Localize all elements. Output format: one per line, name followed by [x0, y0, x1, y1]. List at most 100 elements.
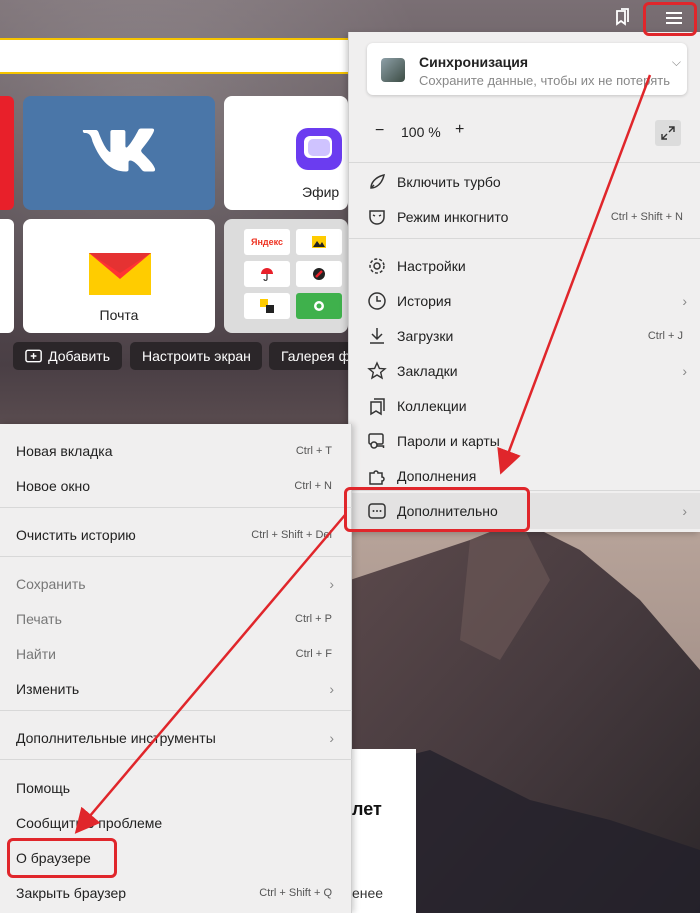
submenu-item-save[interactable]: Сохранить ›	[0, 566, 352, 601]
maps-icon	[313, 268, 325, 280]
menu-divider	[0, 556, 352, 557]
menu-item-history[interactable]: История ›	[349, 283, 700, 318]
submenu-item-find[interactable]: Найти Ctrl + F	[0, 636, 352, 671]
submenu-item-dev-tools[interactable]: Дополнительные инструменты ›	[0, 720, 352, 755]
report-label: Сообщить о проблеме	[16, 814, 163, 831]
find-shortcut: Ctrl + F	[295, 647, 332, 660]
incognito-mask-icon	[365, 205, 389, 229]
mini-tile-weather[interactable]	[244, 261, 290, 287]
chevron-right-icon: ›	[329, 729, 334, 746]
menu-item-collections[interactable]: Коллекции	[349, 388, 700, 423]
menu-item-incognito[interactable]: Режим инкогнито Ctrl + Shift + N	[349, 199, 700, 234]
incognito-shortcut: Ctrl + Shift + N	[610, 210, 683, 223]
print-label: Печать	[16, 610, 62, 627]
menu-item-turbo[interactable]: Включить турбо	[349, 164, 700, 199]
mini-tile-yandex[interactable]: Яндекс	[244, 229, 290, 255]
fullscreen-button[interactable]	[655, 120, 681, 146]
mail-envelope-icon	[89, 253, 151, 295]
submenu-item-report[interactable]: Сообщить о проблеме	[0, 805, 352, 840]
submenu-item-edit[interactable]: Изменить ›	[0, 671, 352, 706]
menu-item-settings-label: Настройки	[397, 257, 466, 274]
search-input[interactable]	[0, 38, 360, 74]
news-text-fragment: енее	[352, 885, 384, 901]
menu-item-history-label: История	[397, 292, 452, 309]
vk-logo-icon	[82, 128, 156, 172]
sync-card[interactable]: Синхронизация Сохраните данные, чтобы их…	[367, 43, 687, 95]
images-icon	[312, 236, 326, 248]
find-label: Найти	[16, 645, 56, 662]
zen-icon	[260, 299, 274, 313]
rocket-icon	[365, 170, 389, 194]
gallery-button[interactable]: Галерея ф	[269, 342, 350, 370]
download-icon	[365, 324, 389, 348]
submenu-item-clear-history[interactable]: Очистить историю Ctrl + Shift + Del	[0, 517, 352, 552]
menu-item-passwords[interactable]: Пароли и карты	[349, 423, 700, 458]
zoom-level: 100 %	[401, 124, 441, 140]
submenu-item-print[interactable]: Печать Ctrl + P	[0, 601, 352, 636]
mini-tile-maps[interactable]	[296, 261, 342, 287]
puzzle-icon	[365, 464, 389, 488]
key-card-icon	[365, 429, 389, 453]
menu-item-bookmarks-label: Закладки	[397, 362, 458, 379]
tile-label-efir: Эфир	[302, 184, 340, 200]
new-window-shortcut: Ctrl + N	[294, 479, 332, 492]
main-menu: Синхронизация Сохраните данные, чтобы их…	[348, 32, 700, 532]
menu-divider	[0, 507, 352, 508]
menu-item-extensions-label: Дополнения	[397, 467, 477, 484]
sync-title: Синхронизация	[419, 54, 529, 70]
menu-item-passwords-label: Пароли и карты	[397, 432, 500, 449]
help-label: Помощь	[16, 779, 71, 796]
submenu-item-new-window[interactable]: Новое окно Ctrl + N	[0, 468, 352, 503]
menu-item-downloads[interactable]: Загрузки Ctrl + J	[349, 318, 700, 353]
browser-top-bar	[0, 0, 700, 36]
chevron-right-icon: ›	[682, 503, 687, 519]
print-shortcut: Ctrl + P	[295, 612, 332, 625]
tile-white-partial[interactable]	[0, 219, 14, 333]
chevron-down-icon[interactable]: ⌵	[672, 55, 681, 70]
tile-red-partial[interactable]	[0, 96, 14, 210]
bookmarks-panel-icon[interactable]	[608, 5, 636, 31]
news-headline-fragment: лет	[352, 799, 382, 819]
clock-icon	[365, 289, 389, 313]
mini-tile-zen[interactable]	[244, 293, 290, 319]
zoom-in-button[interactable]: +	[455, 121, 464, 139]
new-tab-label: Новая вкладка	[16, 442, 113, 459]
umbrella-icon	[261, 268, 273, 281]
menu-item-bookmarks[interactable]: Закладки ›	[349, 353, 700, 388]
dev-tools-label: Дополнительные инструменты	[16, 729, 216, 746]
zoom-out-button[interactable]: −	[375, 122, 384, 140]
tile-group[interactable]: Яндекс	[224, 219, 348, 333]
customize-screen-label: Настроить экран	[142, 348, 251, 364]
avatar	[381, 58, 405, 82]
gear-icon	[365, 254, 389, 278]
save-label: Сохранить	[16, 575, 86, 592]
close-shortcut: Ctrl + Shift + Q	[259, 886, 332, 899]
submenu-item-close[interactable]: Закрыть браузер Ctrl + Shift + Q	[0, 875, 352, 910]
menu-divider	[0, 759, 352, 760]
submenu-item-help[interactable]: Помощь	[0, 770, 352, 805]
star-icon	[365, 359, 389, 383]
news-card[interactable]: лет енее	[352, 749, 416, 913]
menu-divider	[349, 238, 700, 239]
menu-item-settings[interactable]: Настройки	[349, 248, 700, 283]
menu-item-turbo-label: Включить турбо	[397, 173, 501, 190]
clear-history-label: Очистить историю	[16, 526, 136, 543]
chevron-right-icon: ›	[682, 362, 687, 379]
market-icon	[314, 301, 324, 311]
tile-vk[interactable]	[23, 96, 215, 210]
downloads-shortcut: Ctrl + J	[647, 329, 683, 342]
fullscreen-icon	[661, 126, 675, 140]
customize-screen-button[interactable]: Настроить экран	[130, 342, 262, 370]
sync-subtitle: Сохраните данные, чтобы их не потерять	[419, 73, 670, 88]
mini-tile-images[interactable]	[296, 229, 342, 255]
chevron-right-icon: ›	[682, 292, 687, 309]
menu-item-incognito-label: Режим инкогнито	[397, 208, 509, 225]
new-tab-shortcut: Ctrl + T	[295, 444, 332, 457]
add-tile-button[interactable]: Добавить	[13, 342, 122, 370]
mini-tile-market[interactable]	[296, 293, 342, 319]
submenu-item-new-tab[interactable]: Новая вкладка Ctrl + T	[0, 433, 352, 468]
tile-pochta[interactable]: Почта	[23, 219, 215, 333]
highlight-about-item	[7, 838, 117, 878]
tile-efir[interactable]: Эфир	[224, 96, 348, 210]
edit-label: Изменить	[16, 680, 80, 697]
